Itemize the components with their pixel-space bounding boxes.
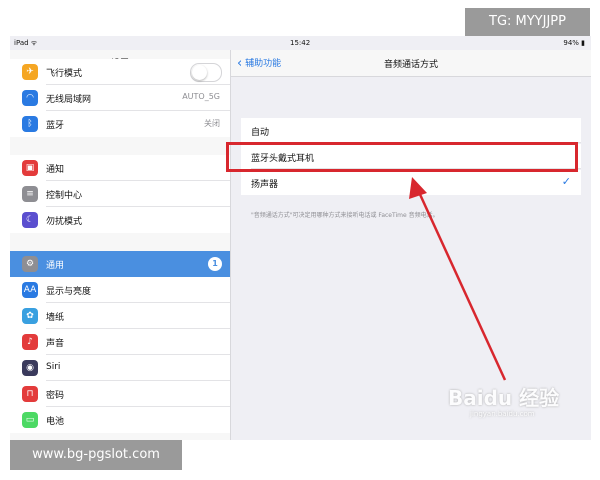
settings-sidebar: 设置 ✈飞行模式◠无线局域网AUTO_5Gᛒ蓝牙关闭▣通知≡控制中心☾勿扰模式⚙…	[10, 50, 231, 440]
battery-icon: ▭	[22, 412, 38, 428]
sidebar-item-label: 勿扰模式	[46, 217, 83, 227]
sidebar-item-label: 通知	[46, 165, 65, 175]
airplane-mode-toggle[interactable]	[190, 63, 222, 82]
battery-indicator: 94% ▮	[563, 39, 585, 47]
footnote: "音频通话方式"可决定用哪种方式来接听电话或 FaceTime 音频电话。	[251, 212, 439, 219]
sidebar-item-label: 控制中心	[46, 191, 83, 201]
sidebar-item[interactable]: ⚙ 通用 1	[10, 251, 230, 277]
sidebar-item-label: 通用	[46, 261, 65, 271]
status-bar: iPad ᯤ 15:42 94% ▮	[10, 36, 591, 50]
sidebar-item[interactable]: ᛒ 蓝牙 关闭	[10, 111, 230, 137]
baidu-watermark-url: jingyan.baidu.com	[470, 410, 535, 418]
audio-option-label: 扬声器	[251, 180, 279, 190]
page-title: 音频通话方式	[383, 60, 438, 70]
bluetooth-icon: ᛒ	[22, 116, 38, 132]
sidebar-item[interactable]: ☾ 勿扰模式	[10, 207, 230, 233]
sidebar-item-label: 墙纸	[46, 313, 65, 323]
wifi-icon: ◠	[22, 90, 38, 106]
wallpaper-icon: ✿	[22, 308, 38, 324]
ipad-screen: iPad ᯤ 15:42 94% ▮ 设置 ✈飞行模式◠无线局域网AUTO_5G…	[10, 36, 591, 440]
status-time: 15:42	[290, 39, 311, 47]
url-watermark: www.bg-pgslot.com	[10, 440, 182, 470]
sidebar-item-value: AUTO_5G	[182, 92, 220, 101]
sidebar-item[interactable]: ▣ 通知	[10, 155, 230, 181]
display-icon: AA	[22, 282, 38, 298]
sidebar-item-label: 声音	[46, 339, 65, 349]
tg-watermark: TG: MYYJJPP	[465, 8, 590, 36]
sidebar-item[interactable]: ≡ 控制中心	[10, 181, 230, 207]
audio-option[interactable]: 自动	[241, 118, 581, 143]
toggle-knob	[192, 65, 207, 80]
airplane-icon: ✈	[22, 64, 38, 80]
control-center-icon: ≡	[22, 186, 38, 202]
sidebar-item-label: 显示与亮度	[46, 287, 92, 297]
sidebar-item[interactable]: ✈ 飞行模式	[10, 59, 230, 85]
gear-icon: ⚙	[22, 256, 38, 272]
sidebar-item-label: 蓝牙	[46, 121, 65, 131]
audio-option-label: 自动	[251, 128, 270, 138]
sidebar-item[interactable]: ◉ Siri	[10, 355, 230, 381]
highlight-box	[226, 142, 578, 172]
moon-icon: ☾	[22, 212, 38, 228]
sidebar-item[interactable]: ✿ 墙纸	[10, 303, 230, 329]
device-label: iPad ᯤ	[14, 39, 38, 47]
sidebar-item[interactable]: ◠ 无线局域网 AUTO_5G	[10, 85, 230, 111]
checkmark-icon: ✓	[561, 175, 571, 188]
sidebar-item-label: 飞行模式	[46, 69, 83, 79]
nav-bar: ‹ 辅助功能 音频通话方式	[231, 50, 591, 77]
siri-icon: ◉	[22, 360, 38, 376]
sidebar-item-label: 密码	[46, 391, 65, 401]
baidu-watermark: Baidu 经验	[448, 386, 560, 410]
notification-icon: ▣	[22, 160, 38, 176]
sidebar-item-label: 电池	[46, 417, 65, 427]
audio-option[interactable]: 扬声器 ✓	[241, 170, 581, 195]
sidebar-item[interactable]: AA 显示与亮度	[10, 277, 230, 303]
sidebar-item[interactable]: ⊓ 密码	[10, 381, 230, 407]
sidebar-item[interactable]: ♪ 声音	[10, 329, 230, 355]
update-badge: 1	[208, 257, 222, 271]
sound-icon: ♪	[22, 334, 38, 350]
sidebar-item-label: Siri	[46, 362, 61, 372]
lock-icon: ⊓	[22, 386, 38, 402]
sidebar-item-label: 无线局域网	[46, 95, 92, 105]
sidebar-item[interactable]: ▭ 电池	[10, 407, 230, 433]
sidebar-item-value: 关闭	[204, 119, 220, 128]
